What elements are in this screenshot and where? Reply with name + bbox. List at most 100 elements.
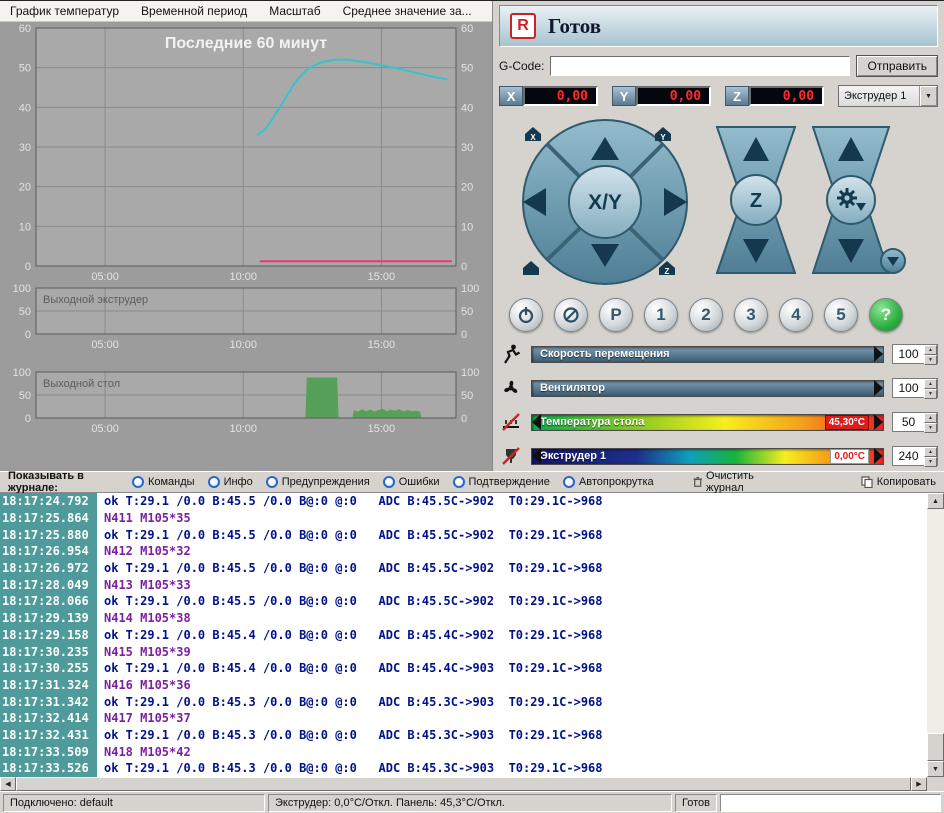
- bed-output-chart: 00505010010005:0010:0015:00Выходной стол: [0, 368, 492, 452]
- log-message: ok T:29.1 /0.0 B:45.3 /0.0 B@:0 @:0 ADC …: [97, 695, 603, 709]
- speed-spinner[interactable]: 100 ▲▼: [892, 344, 938, 364]
- scroll-left-button[interactable]: ◀: [0, 777, 16, 791]
- extruder-temp-spinner[interactable]: 240 ▲▼: [892, 446, 938, 466]
- spin-down-button[interactable]: ▼: [924, 355, 937, 365]
- scroll-right-button[interactable]: ▶: [911, 777, 927, 791]
- motors-off-button[interactable]: [554, 298, 588, 332]
- log-row: 18:17:32.414 N417 M105*37: [0, 710, 927, 727]
- spin-up-button[interactable]: ▲: [924, 413, 937, 423]
- power-button[interactable]: [509, 298, 543, 332]
- log-timestamp: 18:17:30.235: [0, 643, 97, 660]
- fan-slider-thumb[interactable]: [874, 380, 883, 396]
- log-timestamp: 18:17:32.414: [0, 710, 97, 727]
- speed-icon: [499, 343, 523, 365]
- temperatures-status: Экструдер: 0,0°C/Откл. Панель: 45,3°C/От…: [268, 794, 672, 812]
- menu-item[interactable]: График температур: [10, 4, 119, 18]
- log-message: ok T:29.1 /0.0 B:45.4 /0.0 B@:0 @:0 ADC …: [97, 628, 603, 642]
- log-filter-toggle[interactable]: Подтверждение: [453, 476, 550, 488]
- gcode-label: G-Code:: [499, 59, 544, 73]
- svg-text:100: 100: [461, 368, 479, 379]
- copy-log-button[interactable]: Копировать: [861, 476, 936, 488]
- bed-slider-min-thumb[interactable]: [532, 414, 541, 430]
- extruder-slider-min-thumb[interactable]: [532, 448, 541, 464]
- svg-text:20: 20: [461, 182, 473, 194]
- bed-temp-slider[interactable]: Температура стола 45,30°C: [531, 414, 884, 431]
- speed-slider-thumb[interactable]: [874, 346, 883, 362]
- menu-item[interactable]: Временной период: [141, 4, 247, 18]
- log-timestamp: 18:17:26.972: [0, 560, 97, 577]
- spin-up-button[interactable]: ▲: [924, 345, 937, 355]
- z-position-display: 0,00: [749, 86, 824, 106]
- log-filter-toggle[interactable]: Ошибки: [383, 476, 440, 488]
- log-timestamp: 18:17:28.066: [0, 593, 97, 610]
- home-z-button[interactable]: Z: [659, 261, 675, 276]
- copy-icon: [861, 476, 873, 488]
- extruder-off-icon: [499, 445, 523, 467]
- preset-button[interactable]: 3: [734, 298, 768, 332]
- preset-button[interactable]: 4: [779, 298, 813, 332]
- svg-text:0: 0: [461, 329, 467, 341]
- home-y-button[interactable]: Y: [655, 127, 671, 142]
- extruder-jog-control[interactable]: [813, 127, 889, 273]
- log-timestamp: 18:17:25.880: [0, 526, 97, 543]
- chevron-down-icon[interactable]: ▼: [919, 86, 937, 106]
- park-button[interactable]: P: [599, 298, 633, 332]
- progress-bar: [720, 794, 941, 812]
- z-jog-control[interactable]: Z: [717, 127, 795, 273]
- preset-button[interactable]: 5: [824, 298, 858, 332]
- svg-text:100: 100: [461, 284, 479, 295]
- bed-slider-max-thumb[interactable]: [874, 414, 883, 430]
- connection-status: Подключено: default: [3, 794, 265, 812]
- xy-jog-pad[interactable]: X/Y: [523, 120, 687, 284]
- svg-text:40: 40: [19, 102, 31, 114]
- log-message: N417 M105*37: [97, 711, 191, 725]
- log-row: 18:17:25.880 ok T:29.1 /0.0 B:45.5 /0.0 …: [0, 526, 927, 543]
- send-button[interactable]: Отправить: [856, 55, 938, 77]
- home-all-button[interactable]: [523, 261, 539, 275]
- svg-text:0: 0: [25, 261, 31, 273]
- extruder-feed-button[interactable]: [881, 249, 905, 273]
- log-message: ok T:29.1 /0.0 B:45.5 /0.0 B@:0 @:0 ADC …: [97, 561, 603, 575]
- spin-up-button[interactable]: ▲: [924, 447, 937, 457]
- log-vertical-scrollbar[interactable]: ▲ ▼: [927, 493, 944, 777]
- preset-button[interactable]: 2: [689, 298, 723, 332]
- log-filter-toggle[interactable]: Инфо: [208, 476, 253, 488]
- bed-temp-value: 45,30°C: [825, 415, 869, 430]
- menu-item[interactable]: Масштаб: [269, 4, 320, 18]
- y-position-display: 0,00: [636, 86, 711, 106]
- spin-down-button[interactable]: ▼: [924, 457, 937, 467]
- spin-up-button[interactable]: ▲: [924, 379, 937, 389]
- fan-slider[interactable]: Вентилятор: [531, 380, 884, 397]
- log-timestamp: 18:17:33.526: [0, 760, 97, 777]
- log-row: 18:17:24.792 ok T:29.1 /0.0 B:45.5 /0.0 …: [0, 493, 927, 510]
- fan-spinner[interactable]: 100 ▲▼: [892, 378, 938, 398]
- help-button[interactable]: ?: [869, 298, 903, 332]
- log-message: ok T:29.1 /0.0 B:45.5 /0.0 B@:0 @:0 ADC …: [97, 594, 603, 608]
- log-horizontal-scrollbar[interactable]: ◀ ▶: [0, 777, 944, 791]
- log-filter-toggle[interactable]: Автопрокрутка: [563, 476, 654, 488]
- svg-text:05:00: 05:00: [91, 271, 119, 283]
- spin-down-button[interactable]: ▼: [924, 423, 937, 433]
- home-x-button[interactable]: X: [525, 127, 541, 142]
- hscroll-thumb[interactable]: [16, 777, 911, 791]
- log-filter-toggle[interactable]: Предупреждения: [266, 476, 370, 488]
- filter-toggle-icon: [453, 476, 465, 488]
- spin-down-button[interactable]: ▼: [924, 389, 937, 399]
- extruder-select[interactable]: Экструдер 1 ▼: [838, 85, 938, 107]
- scroll-up-button[interactable]: ▲: [927, 493, 944, 509]
- menu-item[interactable]: Среднее значение за...: [343, 4, 472, 18]
- scroll-down-button[interactable]: ▼: [927, 761, 944, 777]
- log-message: N412 M105*32: [97, 544, 191, 558]
- extruder-temp-slider[interactable]: Экструдер 1 0,00°C: [531, 448, 884, 465]
- svg-text:Последние 60 минут: Последние 60 минут: [165, 35, 327, 52]
- log-filter-toggle[interactable]: Команды: [132, 476, 195, 488]
- extruder-select-value: Экструдер 1: [839, 90, 919, 102]
- log-message: ok T:29.1 /0.0 B:45.5 /0.0 B@:0 @:0 ADC …: [97, 494, 603, 508]
- bed-temp-spinner[interactable]: 50 ▲▼: [892, 412, 938, 432]
- speed-slider[interactable]: Скорость перемещения: [531, 346, 884, 363]
- extruder-slider-max-thumb[interactable]: [874, 448, 883, 464]
- vscroll-thumb[interactable]: [927, 733, 944, 761]
- clear-log-button[interactable]: Очистить журнал: [693, 470, 782, 494]
- gcode-input[interactable]: [550, 56, 850, 76]
- preset-button[interactable]: 1: [644, 298, 678, 332]
